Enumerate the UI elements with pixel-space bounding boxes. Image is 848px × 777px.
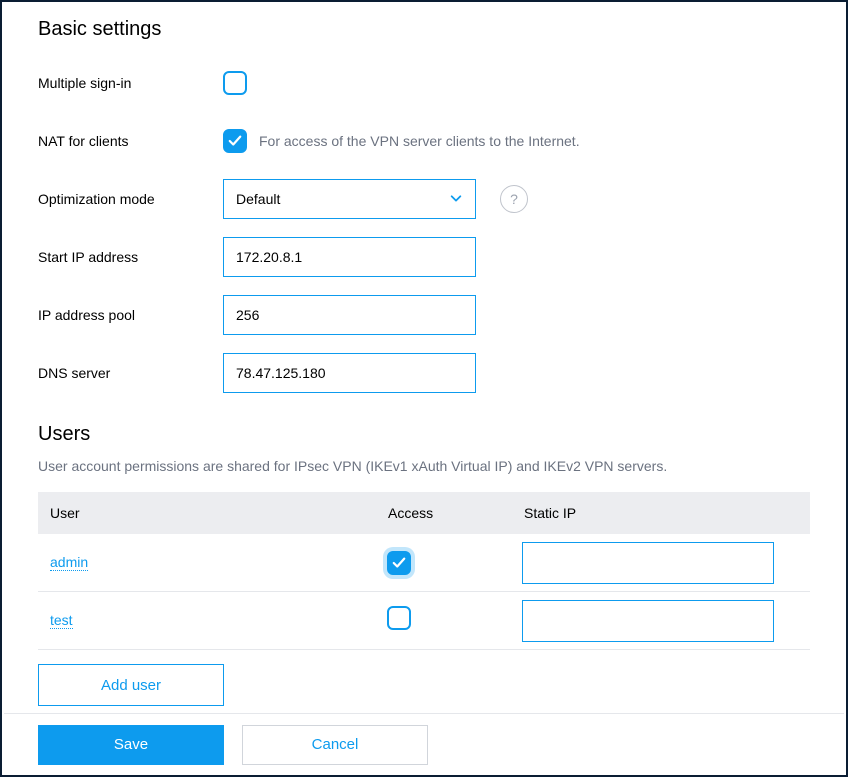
table-row: test: [38, 592, 810, 650]
nat-hint: For access of the VPN server clients to …: [259, 133, 580, 149]
optimization-label: Optimization mode: [38, 191, 223, 207]
basic-settings-title: Basic settings: [38, 18, 810, 41]
access-checkbox[interactable]: [387, 606, 411, 630]
ip-pool-label: IP address pool: [38, 307, 223, 323]
multiple-signin-label: Multiple sign-in: [38, 75, 223, 91]
start-ip-label: Start IP address: [38, 249, 223, 265]
col-access-header: Access: [388, 505, 524, 521]
ip-pool-input[interactable]: [223, 295, 476, 335]
save-button[interactable]: Save: [38, 725, 224, 765]
users-table: User Access Static IP admin test: [38, 492, 810, 650]
users-hint: User account permissions are shared for …: [38, 458, 810, 474]
col-user-header: User: [38, 505, 388, 521]
dns-input[interactable]: [223, 353, 476, 393]
footer: Save Cancel: [4, 713, 844, 775]
user-link[interactable]: admin: [50, 554, 88, 571]
user-link[interactable]: test: [50, 612, 73, 629]
optimization-select[interactable]: Default: [223, 179, 476, 219]
static-ip-input[interactable]: [522, 542, 774, 584]
dns-label: DNS server: [38, 365, 223, 381]
nat-checkbox[interactable]: [223, 129, 247, 153]
access-checkbox[interactable]: [387, 551, 411, 575]
chevron-down-icon: [449, 191, 463, 208]
optimization-value: Default: [236, 191, 280, 207]
add-user-button[interactable]: Add user: [38, 664, 224, 706]
users-table-header: User Access Static IP: [38, 492, 810, 534]
cancel-button[interactable]: Cancel: [242, 725, 428, 765]
col-staticip-header: Static IP: [524, 505, 810, 521]
check-icon: [392, 556, 406, 570]
table-row: admin: [38, 534, 810, 592]
static-ip-input[interactable]: [522, 600, 774, 642]
help-icon[interactable]: ?: [500, 185, 528, 213]
check-icon: [228, 134, 242, 148]
users-title: Users: [38, 423, 810, 446]
multiple-signin-checkbox[interactable]: [223, 71, 247, 95]
start-ip-input[interactable]: [223, 237, 476, 277]
nat-label: NAT for clients: [38, 133, 223, 149]
